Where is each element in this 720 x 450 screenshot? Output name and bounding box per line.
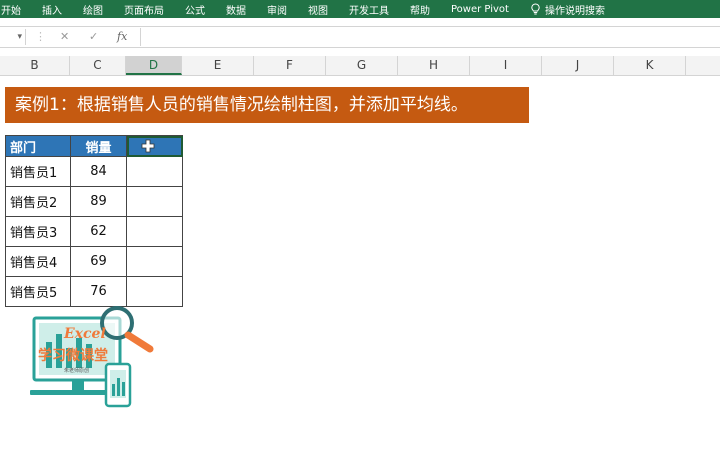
table-row: 销售员1 84 [5, 156, 183, 187]
cell-empty[interactable] [126, 276, 183, 307]
logo-subtitle: 学习微课堂 [38, 347, 108, 364]
insert-function-button[interactable]: fx [117, 30, 127, 44]
cancel-button[interactable]: ✕ [60, 30, 69, 44]
logo-title: Excel [63, 326, 106, 342]
cell-name[interactable]: 销售员3 [5, 216, 71, 247]
tab-review[interactable]: 审阅 [267, 2, 287, 17]
tab-help[interactable]: 帮助 [410, 2, 430, 17]
case-title-banner: 案例1：根据销售人员的销售情况绘制柱图，并添加平均线。 [5, 87, 529, 123]
cell-name[interactable]: 销售员5 [5, 276, 71, 307]
tab-draw[interactable]: 绘图 [83, 2, 103, 17]
tell-me-search[interactable]: 操作说明搜索 [530, 2, 605, 17]
table-row: 销售员5 76 [5, 276, 183, 307]
header-cell-department[interactable]: 部门 [5, 135, 71, 157]
header-cell-sales[interactable]: 销量 [70, 135, 127, 157]
worksheet-grid[interactable]: 案例1：根据销售人员的销售情况绘制柱图，并添加平均线。 部门 销量 销售员1 8… [0, 76, 720, 450]
tell-me-label: 操作说明搜索 [544, 5, 605, 17]
table-header-row: 部门 销量 [5, 135, 183, 157]
formula-input[interactable] [140, 28, 720, 46]
tab-data[interactable]: 数据 [226, 2, 246, 17]
tab-insert[interactable]: 插入 [42, 2, 62, 17]
column-header-d[interactable]: D [126, 56, 182, 75]
cell-empty[interactable] [126, 246, 183, 277]
cell-empty[interactable] [126, 156, 183, 187]
formula-bar-grip-icon: ⋮ [35, 30, 46, 43]
formula-bar: ▾ ⋮ ✕ ✓ fx [0, 26, 720, 48]
column-header-k[interactable]: K [614, 56, 686, 75]
cell-name[interactable]: 销售员2 [5, 186, 71, 217]
tab-page-layout[interactable]: 页面布局 [124, 2, 164, 17]
tab-power-pivot[interactable]: Power Pivot [451, 4, 509, 15]
column-header-h[interactable]: H [398, 56, 470, 75]
column-header-e[interactable]: E [182, 56, 254, 75]
column-header-g[interactable]: G [326, 56, 398, 75]
tab-home[interactable]: 开始 [1, 2, 21, 17]
cell-empty[interactable] [126, 216, 183, 247]
enter-button[interactable]: ✓ [89, 30, 98, 44]
table-row: 销售员3 62 [5, 216, 183, 247]
cell-sales[interactable]: 62 [70, 216, 127, 247]
column-header-j[interactable]: J [542, 56, 614, 75]
column-header-c[interactable]: C [70, 56, 126, 75]
cell-select-cursor-icon [141, 139, 155, 153]
table-row: 销售员2 89 [5, 186, 183, 217]
cell-sales[interactable]: 76 [70, 276, 127, 307]
sales-table: 部门 销量 销售员1 84 销售员2 89 销售员3 62 销售员4 69 销售… [5, 135, 183, 307]
lightbulb-icon [531, 3, 540, 15]
cell-sales[interactable]: 84 [70, 156, 127, 187]
cell-name[interactable]: 销售员4 [5, 246, 71, 277]
cell-empty[interactable] [126, 186, 183, 217]
cell-sales[interactable]: 69 [70, 246, 127, 277]
excel-class-logo: Excel 学习微课堂 朱老师原创 [30, 306, 154, 408]
logo-tagline: 朱老师原创 [64, 367, 89, 374]
tab-formulas[interactable]: 公式 [185, 2, 205, 17]
column-header-i[interactable]: I [470, 56, 542, 75]
column-header-f[interactable]: F [254, 56, 326, 75]
column-header-row: B C D E F G H I J K [0, 56, 720, 76]
cell-sales[interactable]: 89 [70, 186, 127, 217]
column-header-b[interactable]: B [0, 56, 70, 75]
tab-view[interactable]: 视图 [308, 2, 328, 17]
cell-name[interactable]: 销售员1 [5, 156, 71, 187]
tab-developer[interactable]: 开发工具 [349, 2, 389, 17]
name-box-dropdown[interactable]: ▾ [0, 29, 26, 45]
ribbon-tab-bar: 开始 插入 绘图 页面布局 公式 数据 审阅 视图 开发工具 帮助 Power … [0, 0, 720, 18]
table-row: 销售员4 69 [5, 246, 183, 277]
